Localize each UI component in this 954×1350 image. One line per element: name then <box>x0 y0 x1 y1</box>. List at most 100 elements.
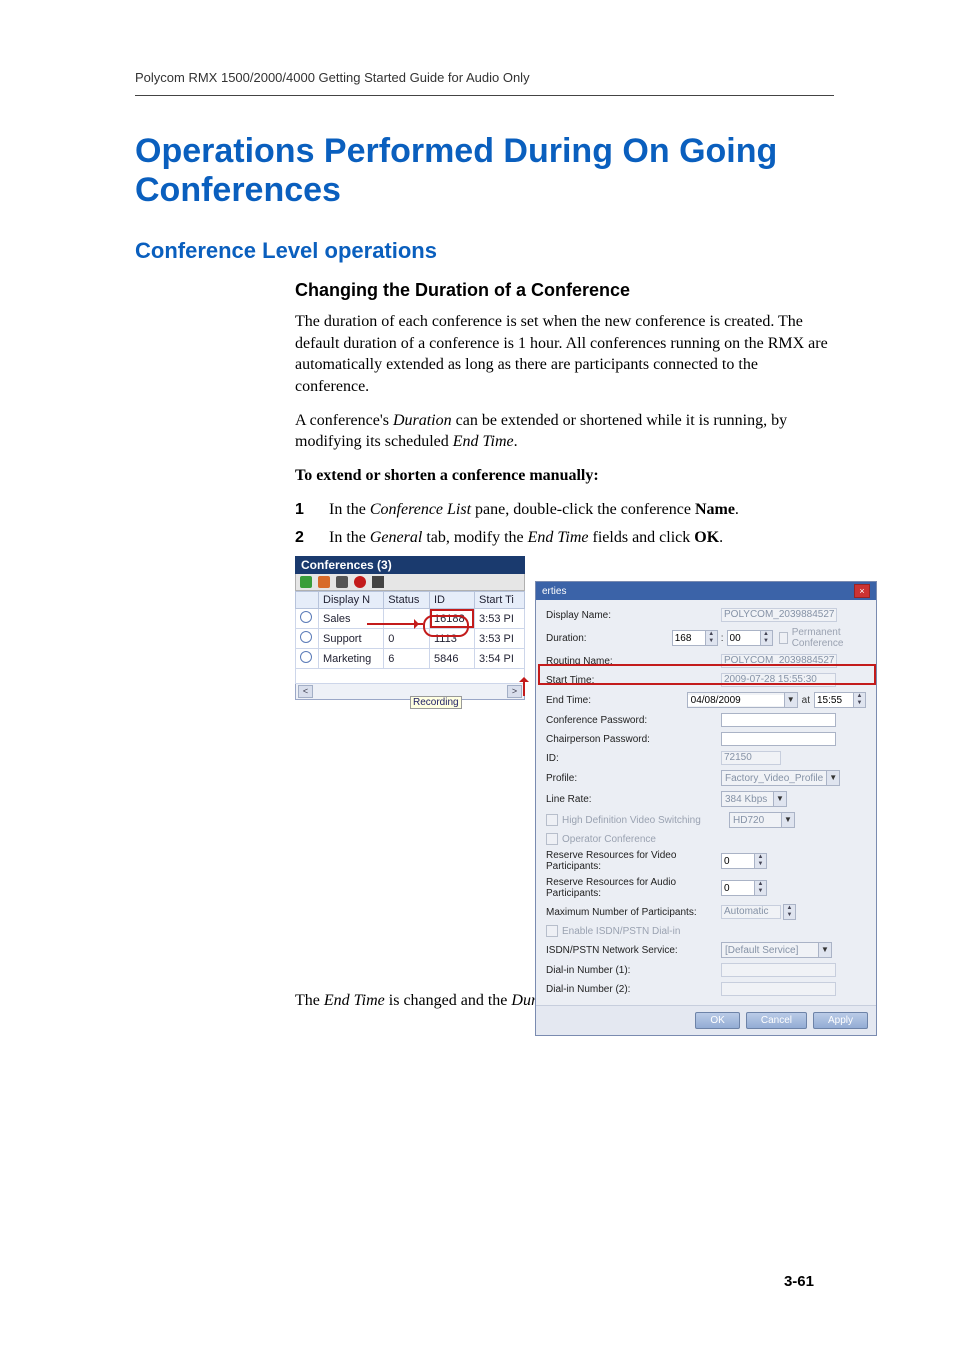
duration-min-input[interactable] <box>728 631 760 645</box>
lbl-routing: Routing Name: <box>546 656 721 667</box>
duration-min-spin[interactable]: ▲▼ <box>727 630 773 646</box>
lbl-enable-isdn: Enable ISDN/PSTN Dial-in <box>562 926 737 937</box>
col-id[interactable]: ID <box>429 592 474 609</box>
conf-password-field[interactable] <box>721 713 836 727</box>
lbl-dial1: Dial-in Number (1): <box>546 965 721 976</box>
properties-dialog: erties × Display Name:POLYCOM_2039884527… <box>535 581 877 1036</box>
cell-id: 1113 <box>429 629 474 649</box>
isdn-enable-checkbox <box>546 925 558 937</box>
dialog-titlebar[interactable]: erties × <box>536 582 876 600</box>
add-icon[interactable] <box>300 576 312 588</box>
conference-list-pane: Conferences (3) Display N Status ID Star… <box>295 556 525 700</box>
chevron-down-icon[interactable]: ▼ <box>826 771 839 785</box>
at-label: at <box>798 695 814 706</box>
running-header: Polycom RMX 1500/2000/4000 Getting Start… <box>135 70 834 85</box>
chevron-down-icon: ▼ <box>781 813 794 827</box>
lbl-linerate: Line Rate: <box>546 794 721 805</box>
end-time-callout-arrow <box>523 682 525 696</box>
operator-checkbox <box>546 833 558 845</box>
conference-list-title: Conferences (3) <box>295 556 525 574</box>
end-time-spin[interactable]: ▲▼ <box>814 692 866 708</box>
s1-c: pane, double-click the conference <box>471 501 695 518</box>
scroll-right-button[interactable]: > <box>507 685 522 698</box>
callout-arrow <box>367 623 423 625</box>
step-2: 2 In the General tab, modify the End Tim… <box>295 526 834 550</box>
table-row[interactable]: Marketing 6 5846 3:54 PI <box>296 649 525 669</box>
table-row[interactable]: Sales 16188 3:53 PI <box>296 609 525 629</box>
close-icon[interactable]: × <box>854 584 870 598</box>
heading-h3: Changing the Duration of a Conference <box>295 280 834 301</box>
duration-hours-input[interactable] <box>673 631 705 645</box>
lbl-res-audio: Reserve Resources for Audio Participants… <box>546 877 721 899</box>
max-field: Automatic <box>721 905 781 919</box>
p2-duration: Duration <box>393 412 452 429</box>
id-field: 72150 <box>721 751 781 765</box>
lbl-operator: Operator Conference <box>562 834 737 845</box>
hd-checkbox <box>546 814 558 826</box>
lbl-isdn-svc: ISDN/PSTN Network Service: <box>546 945 721 956</box>
col-start[interactable]: Start Ti <box>475 592 525 609</box>
lbl-profile: Profile: <box>546 773 721 784</box>
cell-name: Sales <box>319 609 384 629</box>
cell-name: Marketing <box>319 649 384 669</box>
s2-e: fields and click <box>589 529 695 546</box>
scroll-left-button[interactable]: < <box>298 685 313 698</box>
chevron-down-icon[interactable]: ▼ <box>773 792 786 806</box>
dial2-field <box>721 982 836 996</box>
duration-hours-spin[interactable]: ▲▼ <box>672 630 718 646</box>
s2-g: . <box>719 529 723 546</box>
cell-name: Support <box>319 629 384 649</box>
gear-icon <box>300 611 312 623</box>
isdn-svc-select[interactable]: [Default Service]▼ <box>721 942 832 958</box>
duration-sep: : <box>718 633 727 644</box>
linerate-select[interactable]: 384 Kbps▼ <box>721 791 787 807</box>
p2-seg-a: A conference's <box>295 412 393 429</box>
cancel-button[interactable]: Cancel <box>746 1012 807 1029</box>
paragraph-2: A conference's Duration can be extended … <box>295 410 834 453</box>
lbl-max: Maximum Number of Participants: <box>546 907 721 918</box>
res-video-spin[interactable]: ▲▼ <box>721 853 767 869</box>
lbl-display-name: Display Name: <box>546 610 721 621</box>
delete-icon[interactable] <box>318 576 330 588</box>
max-spin[interactable]: ▲▼ <box>783 904 796 920</box>
lead-in: To extend or shorten a conference manual… <box>295 465 834 487</box>
hd-select: HD720▼ <box>729 812 795 828</box>
s1-a: In the <box>329 501 370 518</box>
cell-id: 5846 <box>429 649 474 669</box>
chevron-down-icon[interactable]: ▼ <box>784 693 797 707</box>
recording-tooltip: Recording <box>410 696 462 709</box>
chevron-down-icon[interactable]: ▼ <box>818 943 831 957</box>
permanent-checkbox[interactable] <box>779 632 788 644</box>
s2-c: tab, modify the <box>422 529 527 546</box>
gear-icon <box>300 651 312 663</box>
s1-b: Conference List <box>370 501 471 518</box>
lbl-dial2: Dial-in Number (2): <box>546 984 721 995</box>
apply-button[interactable]: Apply <box>813 1012 868 1029</box>
conference-toolbar <box>295 574 525 591</box>
pause-icon[interactable] <box>336 576 348 588</box>
record-icon[interactable] <box>354 576 366 588</box>
table-row[interactable]: Support 0 1113 3:53 PI <box>296 629 525 649</box>
s2-b: General <box>370 529 422 546</box>
s1-d: Name <box>695 501 735 518</box>
chair-password-field[interactable] <box>721 732 836 746</box>
end-time-input[interactable] <box>815 693 853 707</box>
res-audio-spin[interactable]: ▲▼ <box>721 880 767 896</box>
s2-a: In the <box>329 529 370 546</box>
end-date-field[interactable]: 04/08/2009▼ <box>687 692 798 708</box>
cell-start: 3:53 PI <box>475 609 525 629</box>
figure: Conferences (3) Display N Status ID Star… <box>295 556 834 976</box>
step-1: 1 In the Conference List pane, double-cl… <box>295 498 834 522</box>
profile-select[interactable]: Factory_Video_Profile▼ <box>721 770 840 786</box>
stop-icon[interactable] <box>372 576 384 588</box>
dialog-title-text: erties <box>542 586 566 597</box>
heading-h2: Conference Level operations <box>135 238 834 264</box>
cell-status: 6 <box>384 649 430 669</box>
ok-button[interactable]: OK <box>695 1012 739 1029</box>
lbl-permanent: Permanent Conference <box>792 627 866 649</box>
cell-status: 0 <box>384 629 430 649</box>
lbl-chair-pw: Chairperson Password: <box>546 734 721 745</box>
col-status[interactable]: Status <box>384 592 430 609</box>
lbl-conf-pw: Conference Password: <box>546 715 721 726</box>
col-display[interactable]: Display N <box>319 592 384 609</box>
